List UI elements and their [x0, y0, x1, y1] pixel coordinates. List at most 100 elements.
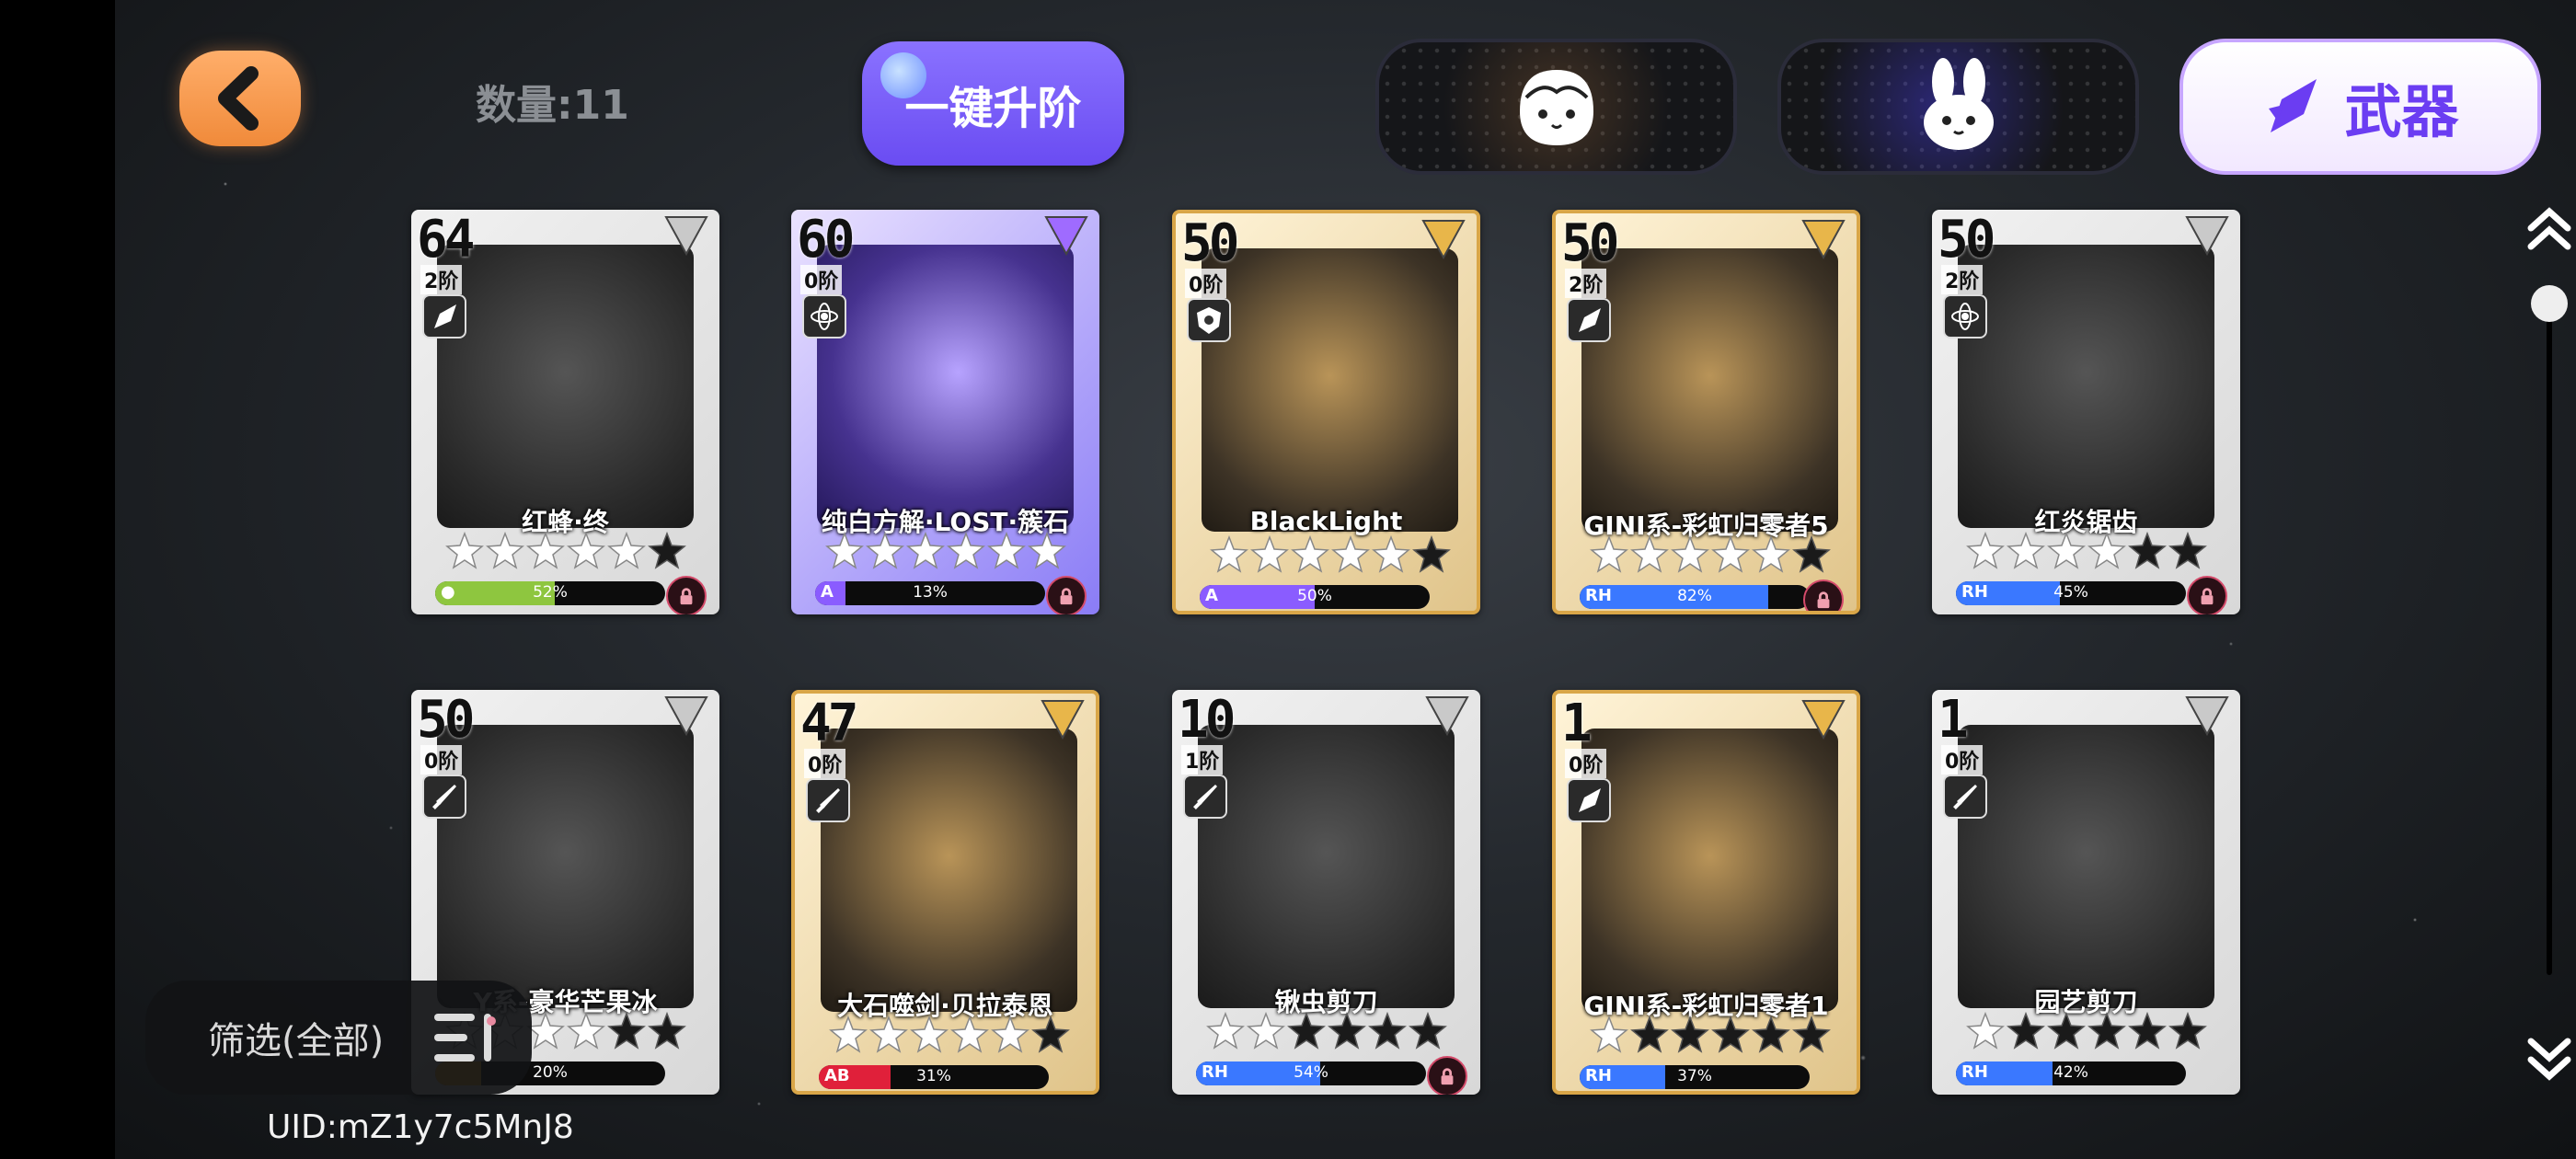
weapon-stage: 0阶 [800, 265, 843, 294]
star-icon [1209, 534, 1248, 578]
filter-list-icon [434, 1014, 496, 1061]
progress-percent: 82% [1677, 587, 1712, 605]
star-icon [1030, 1015, 1070, 1058]
star-icon [1710, 1015, 1750, 1058]
progress-percent: 37% [1677, 1067, 1712, 1085]
progress-bar: RH 37% [1580, 1065, 1810, 1089]
star-icon [828, 1015, 868, 1058]
star-icon [990, 1015, 1029, 1058]
star-icon [1327, 1011, 1366, 1054]
star-icon [566, 531, 605, 574]
star-icon [2087, 531, 2126, 574]
weapon-card[interactable]: 60 0阶 纯白方解·LOST·簇石 A 13% [791, 210, 1099, 614]
lock-icon[interactable] [2187, 576, 2227, 614]
star-rating [819, 531, 1072, 574]
weapon-stage: 0阶 [1565, 749, 1607, 778]
one-click-upgrade-button[interactable]: 一键升阶 [862, 41, 1124, 166]
weapon-level: 1 [1561, 694, 1593, 753]
star-icon [485, 531, 524, 574]
filter-button[interactable]: 筛选(全部) [145, 981, 532, 1095]
star-icon [1027, 531, 1066, 574]
rarity-badge-icon [2185, 696, 2229, 737]
weapon-stage: 0阶 [804, 749, 846, 778]
weapon-card[interactable]: 50 2阶 红炎锯齿 RH 45% [1932, 210, 2240, 614]
rocket-icon [1567, 298, 1611, 342]
tab-character[interactable] [1375, 39, 1737, 175]
star-icon [946, 531, 985, 574]
star-rating [1203, 534, 1456, 578]
weapon-art [1202, 248, 1458, 532]
star-icon [1791, 534, 1831, 578]
star-icon [1751, 1015, 1790, 1058]
weapon-card[interactable]: 64 2阶 红蜂·终 ● 52% [411, 210, 719, 614]
back-arrow-icon [218, 66, 259, 131]
progress-percent: 54% [1294, 1063, 1328, 1082]
star-icon [1629, 534, 1669, 578]
star-icon [865, 531, 904, 574]
star-icon [1246, 1011, 1285, 1054]
weapon-level: 47 [800, 694, 858, 753]
weapon-card[interactable]: 1 0阶 园艺剪刀 RH 42% [1932, 690, 2240, 1095]
lock-icon[interactable] [1046, 576, 1087, 614]
star-icon [2006, 531, 2045, 574]
star-icon [905, 531, 945, 574]
star-icon [1589, 534, 1628, 578]
rarity-badge-icon [1425, 696, 1469, 737]
weapon-level: 50 [1181, 213, 1239, 273]
tab-weapon[interactable]: 武器 [2179, 39, 2541, 175]
weapon-stage: 2阶 [1941, 265, 1984, 294]
lock-icon[interactable] [1803, 580, 1844, 611]
weapon-art [821, 729, 1077, 1012]
star-icon [1330, 534, 1370, 578]
weapon-art [1958, 725, 2214, 1008]
scroll-down-icon[interactable] [2525, 1030, 2573, 1085]
star-icon [444, 531, 484, 574]
lock-icon[interactable] [666, 576, 707, 614]
star-icon [2006, 1011, 2045, 1054]
lock-icon[interactable] [1427, 1056, 1467, 1095]
weapon-stage: 0阶 [420, 745, 463, 775]
weapon-card[interactable]: 1 0阶 GINI系-彩虹归零者1 RH 37% [1552, 690, 1860, 1095]
rarity-badge-icon [1801, 700, 1846, 740]
scroll-up-icon[interactable] [2525, 202, 2573, 258]
progress-percent: 45% [2053, 583, 2088, 602]
weapon-art [1581, 729, 1838, 1012]
weapon-card[interactable]: 50 2阶 GINI系-彩虹归零者5 RH 82% [1552, 210, 1860, 614]
star-icon [824, 531, 864, 574]
progress-percent: 13% [913, 583, 948, 602]
rarity-badge-icon [1041, 700, 1085, 740]
weapon-level: 10 [1178, 690, 1236, 750]
back-button[interactable] [179, 51, 301, 146]
star-icon [1670, 534, 1709, 578]
star-icon [2168, 1011, 2207, 1054]
star-rating [822, 1015, 1075, 1058]
weapon-card[interactable]: 10 1阶 锹虫剪刀 RH 54% [1172, 690, 1480, 1095]
scroll-track[interactable] [2547, 313, 2552, 975]
weapon-stage: 1阶 [1181, 745, 1224, 775]
rocket-icon [1567, 778, 1611, 822]
star-icon [2046, 1011, 2086, 1054]
star-icon [647, 531, 686, 574]
star-icon [909, 1015, 949, 1058]
sword-icon [422, 775, 466, 819]
scroll-thumb[interactable] [2531, 285, 2568, 322]
star-rating [1583, 534, 1836, 578]
sword-icon [1943, 775, 1987, 819]
star-icon [2087, 1011, 2126, 1054]
tab-bunny[interactable] [1777, 39, 2139, 175]
star-rating [1200, 1011, 1453, 1054]
star-icon [1290, 534, 1329, 578]
rarity-badge-icon [1044, 216, 1088, 257]
scrollbar[interactable] [2525, 202, 2573, 1085]
progress-bar: AB 31% [819, 1065, 1049, 1089]
weapon-card[interactable]: 50 0阶 BlackLight A 50% [1172, 210, 1480, 614]
star-icon [1589, 1015, 1628, 1058]
star-icon [606, 531, 646, 574]
weapon-level: 60 [797, 210, 855, 270]
rocket-icon [2269, 79, 2317, 132]
atom-icon [802, 294, 846, 339]
weapon-card[interactable]: 47 0阶 大石噬剑·贝拉泰恩 AB 31% [791, 690, 1099, 1095]
star-icon [1371, 534, 1410, 578]
progress-bar: ● 52% [435, 581, 665, 605]
progress-bar: A 50% [1200, 585, 1430, 609]
